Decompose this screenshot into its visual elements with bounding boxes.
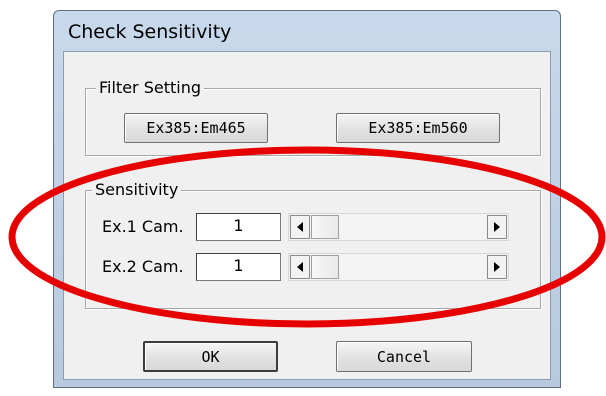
check-sensitivity-dialog: Check Sensitivity Filter Setting Ex385:E… [53, 10, 561, 388]
window-title: Check Sensitivity [68, 21, 232, 43]
ex1-scroll-thumb[interactable] [311, 215, 339, 239]
ex1-cam-label: Ex.1 Cam. [102, 217, 184, 236]
arrow-right-icon [494, 262, 500, 272]
sensitivity-group: Sensitivity Ex.1 Cam. 1 Ex.2 Cam. 1 [85, 180, 541, 309]
filter-setting-legend: Filter Setting [96, 78, 204, 98]
title-bar[interactable]: Check Sensitivity [54, 11, 560, 51]
ok-button[interactable]: OK [143, 341, 278, 372]
arrow-left-icon [297, 262, 303, 272]
filter-button-ex385-em465[interactable]: Ex385:Em465 [124, 113, 268, 143]
filter-setting-group: Filter Setting Ex385:Em465 Ex385:Em560 [85, 78, 541, 156]
ex2-scroll-left-button[interactable] [290, 255, 310, 279]
dialog-client-area: Filter Setting Ex385:Em465 Ex385:Em560 S… [63, 51, 551, 380]
arrow-left-icon [297, 222, 303, 232]
sensitivity-legend: Sensitivity [92, 180, 182, 200]
ex2-cam-label: Ex.2 Cam. [102, 257, 184, 276]
ex1-cam-value-field[interactable]: 1 [196, 213, 281, 241]
ex2-cam-value-field[interactable]: 1 [196, 253, 281, 281]
arrow-right-icon [494, 222, 500, 232]
filter-button-ex385-em560[interactable]: Ex385:Em560 [336, 113, 500, 143]
desktop-background-right [561, 0, 606, 396]
cancel-button[interactable]: Cancel [336, 341, 472, 372]
ex2-cam-scrollbar[interactable] [288, 253, 509, 281]
ex2-scroll-right-button[interactable] [487, 255, 507, 279]
ex1-cam-scrollbar[interactable] [288, 213, 509, 241]
ex2-scroll-thumb[interactable] [311, 255, 339, 279]
desktop-background-left [0, 0, 53, 396]
ex1-scroll-right-button[interactable] [487, 215, 507, 239]
ex1-scroll-left-button[interactable] [290, 215, 310, 239]
